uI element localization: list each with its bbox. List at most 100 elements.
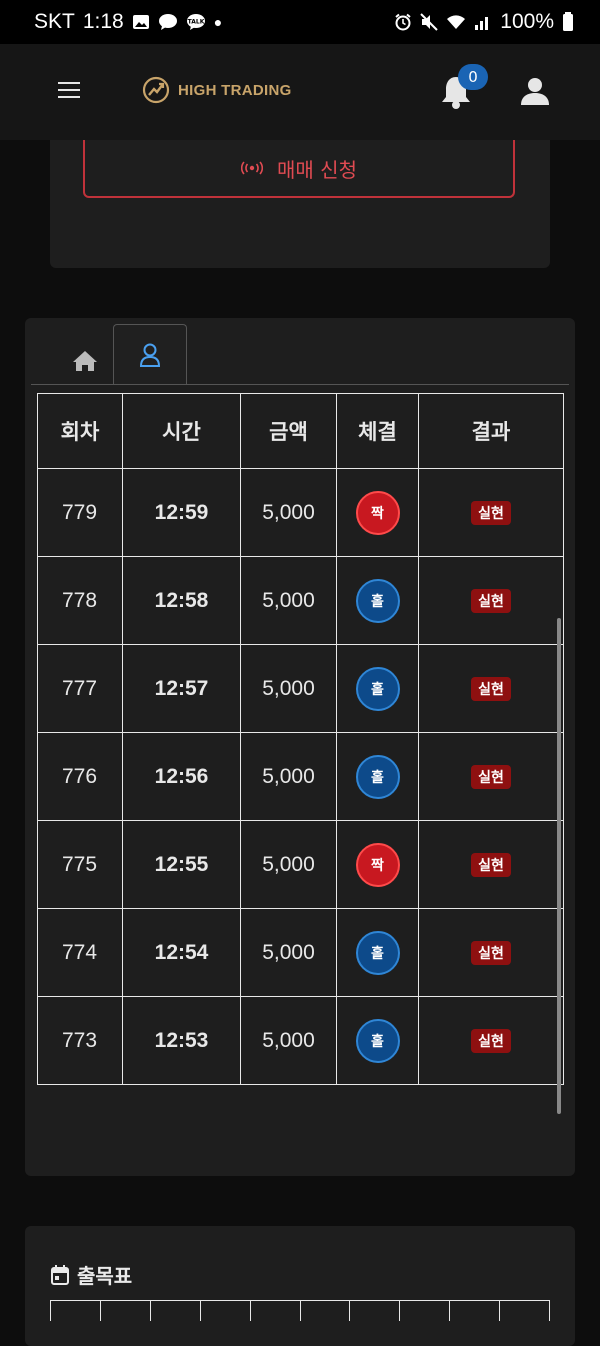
table-scrollbar[interactable] [557, 618, 561, 1114]
status-bar: SKT 1:18 TALK ● 100% [0, 0, 600, 44]
time-cell: 12:58 [122, 556, 241, 645]
time-cell: 12:54 [122, 908, 241, 997]
table-row: 775 12:55 5,000 짝 실현 [37, 820, 564, 909]
header-amount: 금액 [240, 393, 337, 469]
status-bar-left: SKT 1:18 TALK ● [34, 10, 222, 34]
attendance-title: 출목표 [77, 1264, 133, 1288]
attendance-card: 출목표 [25, 1226, 575, 1346]
amount-cell: 5,000 [240, 908, 337, 997]
result-cell: 실현 [418, 996, 564, 1085]
table-row: 776 12:56 5,000 홀 실현 [37, 732, 564, 821]
signal-icon [475, 17, 489, 30]
result-cell: 실현 [418, 644, 564, 733]
fill-badge: 짝 [355, 842, 400, 887]
time-cell: 12:59 [122, 468, 241, 557]
attendance-title-row: 출목표 [51, 1260, 132, 1289]
home-icon [73, 351, 97, 371]
fill-cell: 홀 [336, 996, 419, 1085]
user-outline-icon [139, 343, 161, 367]
round-cell: 776 [37, 732, 123, 821]
battery-icon [563, 12, 573, 31]
header-fill: 체결 [336, 393, 419, 469]
table-row: 779 12:59 5,000 짝 실현 [37, 468, 564, 557]
result-badge: 실현 [471, 589, 511, 613]
result-cell: 실현 [418, 908, 564, 997]
hamburger-menu-icon[interactable] [58, 82, 80, 103]
trade-card: 매매 신청 [50, 140, 550, 268]
header-time: 시간 [122, 393, 241, 469]
fill-cell: 짝 [336, 468, 419, 557]
fill-cell: 홀 [336, 732, 419, 821]
fill-badge: 홀 [355, 578, 400, 623]
tab-user[interactable] [113, 324, 187, 385]
amount-cell: 5,000 [240, 732, 337, 821]
fill-badge: 홀 [355, 754, 400, 799]
result-cell: 실현 [418, 468, 564, 557]
results-table: 회차 시간 금액 체결 결과 779 12:59 5,000 짝 실현 778 … [37, 393, 564, 1085]
result-cell: 실현 [418, 820, 564, 909]
battery-percent: 100% [500, 10, 554, 33]
result-badge: 실현 [471, 1029, 511, 1053]
fill-cell: 홀 [336, 556, 419, 645]
fill-badge: 홀 [355, 666, 400, 711]
table-row: 773 12:53 5,000 홀 실현 [37, 996, 564, 1085]
result-badge: 실현 [471, 677, 511, 701]
header-round: 회차 [37, 393, 123, 469]
result-badge: 실현 [471, 765, 511, 789]
result-badge: 실현 [471, 501, 511, 525]
table-row: 777 12:57 5,000 홀 실현 [37, 644, 564, 733]
time-cell: 12:53 [122, 996, 241, 1085]
tab-home[interactable] [55, 338, 115, 384]
round-cell: 774 [37, 908, 123, 997]
chat-bubble-icon [158, 14, 177, 30]
app-logo[interactable]: HIGH TRADING [142, 76, 292, 104]
talk-icon: TALK [186, 14, 205, 30]
app-header: HIGH TRADING 0 [0, 44, 600, 140]
attendance-grid [50, 1300, 551, 1321]
logo-text: HIGH TRADING [178, 81, 292, 99]
svg-text:TALK: TALK [187, 19, 204, 26]
table-row: 778 12:58 5,000 홀 실현 [37, 556, 564, 645]
gallery-icon [132, 15, 149, 29]
result-cell: 실현 [418, 732, 564, 821]
fill-badge: 홀 [355, 930, 400, 975]
notification-badge: 0 [458, 64, 488, 90]
tab-divider [31, 384, 569, 385]
result-cell: 실현 [418, 556, 564, 645]
result-badge: 실현 [471, 941, 511, 965]
fill-cell: 짝 [336, 820, 419, 909]
time-cell: 12:56 [122, 732, 241, 821]
results-panel: 회차 시간 금액 체결 결과 779 12:59 5,000 짝 실현 778 … [25, 318, 575, 1176]
trade-request-button[interactable]: 매매 신청 [83, 140, 515, 198]
alarm-icon [395, 13, 411, 31]
trade-request-label: 매매 신청 [277, 157, 357, 182]
status-bar-right: 100% [394, 10, 574, 34]
carrier-label: SKT [34, 10, 75, 33]
table-row: 774 12:54 5,000 홀 실현 [37, 908, 564, 997]
dot-icon: ● [213, 14, 223, 30]
fill-badge: 짝 [355, 490, 400, 535]
amount-cell: 5,000 [240, 996, 337, 1085]
result-badge: 실현 [471, 853, 511, 877]
amount-cell: 5,000 [240, 556, 337, 645]
broadcast-icon [241, 161, 264, 175]
logo-mark-icon [142, 76, 170, 104]
round-cell: 779 [37, 468, 123, 557]
amount-cell: 5,000 [240, 820, 337, 909]
table-header-row: 회차 시간 금액 체결 결과 [37, 393, 564, 469]
round-cell: 777 [37, 644, 123, 733]
amount-cell: 5,000 [240, 644, 337, 733]
wifi-icon [447, 15, 466, 29]
header-result: 결과 [418, 393, 564, 469]
time-cell: 12:57 [122, 644, 241, 733]
fill-cell: 홀 [336, 644, 419, 733]
clock: 1:18 [82, 10, 124, 33]
fill-badge: 홀 [355, 1018, 400, 1063]
time-cell: 12:55 [122, 820, 241, 909]
user-account-icon[interactable] [520, 76, 550, 106]
calendar-icon [51, 1264, 69, 1285]
round-cell: 778 [37, 556, 123, 645]
mute-icon [420, 13, 438, 31]
fill-cell: 홀 [336, 908, 419, 997]
amount-cell: 5,000 [240, 468, 337, 557]
